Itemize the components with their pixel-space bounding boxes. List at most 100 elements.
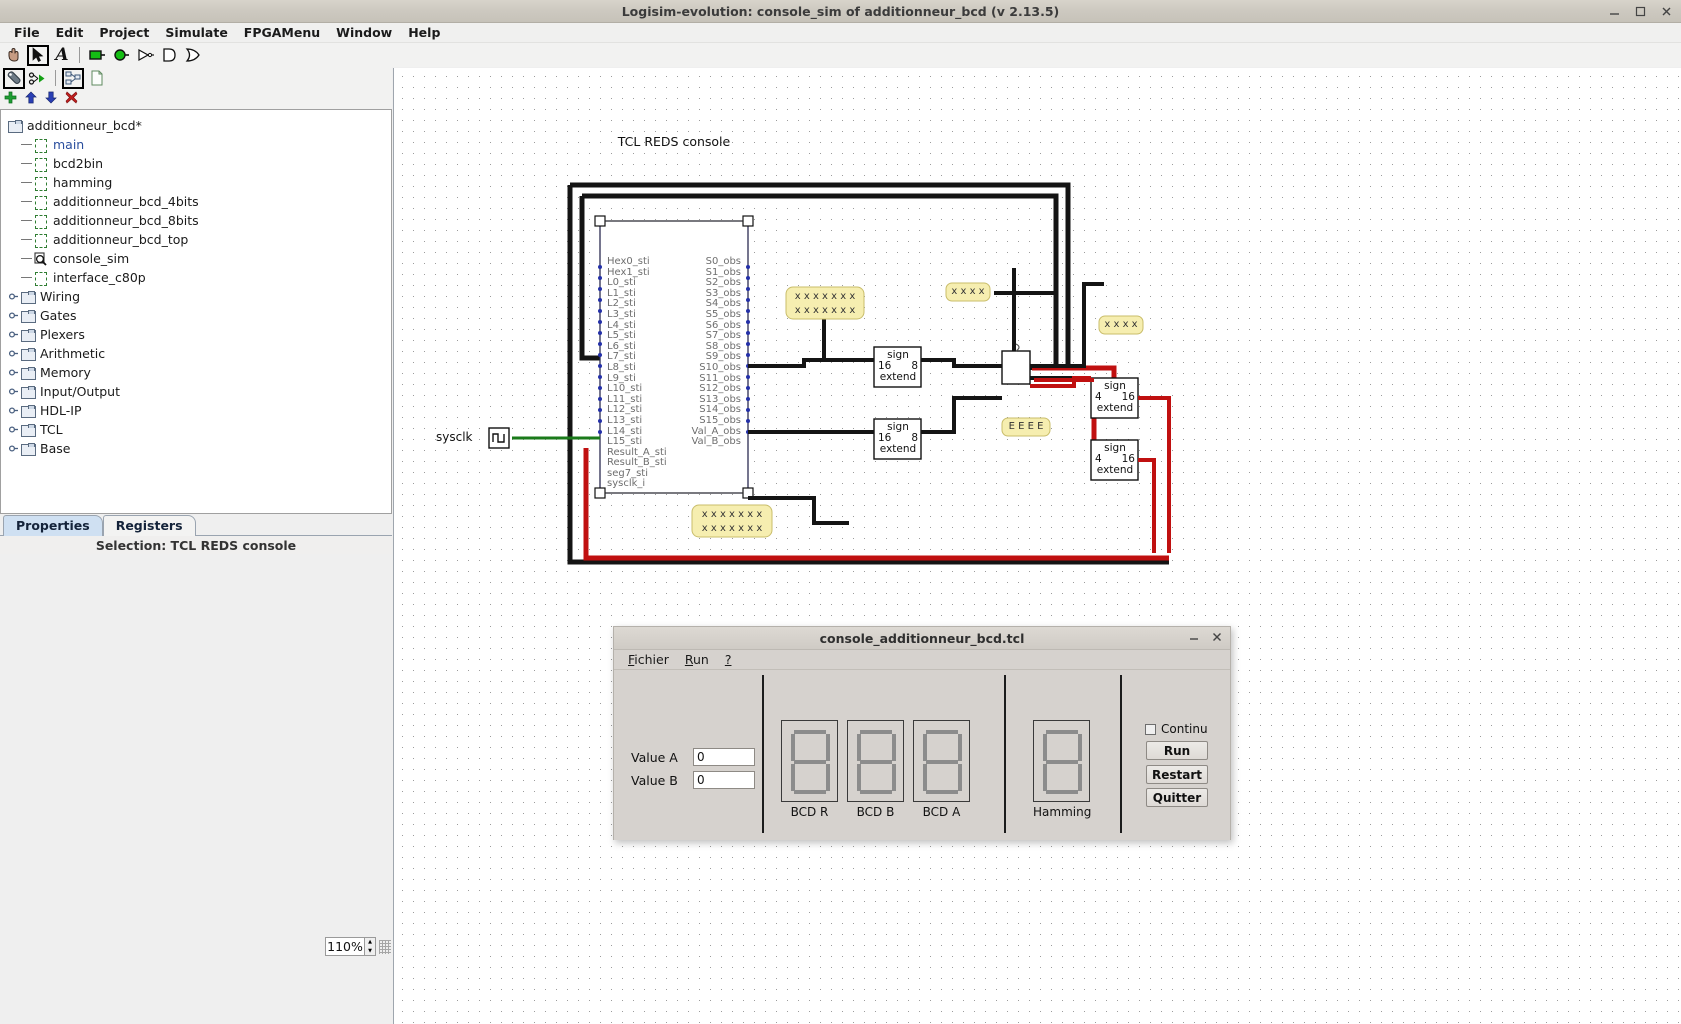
tree-item-additionneur-bcd-top[interactable]: additionneur_bcd_top (5, 230, 391, 249)
dialog-menu-fichier[interactable]: Fichier (622, 651, 675, 668)
arrow-up-icon[interactable] (25, 91, 37, 107)
continu-checkbox-row[interactable]: Continu (1145, 722, 1208, 736)
zoom-control[interactable]: 110% ▲ ▼ (325, 937, 391, 956)
tree-item-label: additionneur_bcd_top (53, 232, 189, 247)
expand-handle-icon[interactable] (7, 329, 19, 341)
tab-registers[interactable]: Registers (102, 515, 196, 536)
tree-item-label: bcd2bin (53, 156, 104, 171)
value-a-row: Value A (631, 748, 755, 766)
expand-handle-icon[interactable] (7, 367, 19, 379)
minimize-icon[interactable] (1608, 5, 1621, 18)
grid-toggle-icon[interactable] (379, 939, 391, 954)
arrow-cursor-icon[interactable] (27, 44, 49, 66)
text-A-icon[interactable]: A (51, 45, 73, 65)
library-folder-icon (20, 309, 36, 323)
tree-library-memory[interactable]: Memory (5, 363, 391, 382)
expand-handle-icon[interactable] (7, 424, 19, 436)
input-pin-icon[interactable] (86, 45, 108, 65)
value-a-input[interactable] (693, 748, 755, 766)
tree-item-bcd2bin[interactable]: bcd2bin (5, 154, 391, 173)
circuit-layout-icon[interactable] (62, 67, 84, 89)
tree-library-gates[interactable]: Gates (5, 306, 391, 325)
output-pin-icon[interactable] (110, 45, 132, 65)
dialog-menu-run[interactable]: Run (679, 651, 715, 668)
expand-handle-icon[interactable] (7, 348, 19, 360)
main-toolbar: A (0, 43, 1681, 67)
tree-branch-line (21, 144, 32, 145)
restart-button[interactable]: Restart (1146, 765, 1208, 784)
circuit-canvas[interactable]: TCL REDS console Hex0_sti Hex1_sti L0_st… (393, 68, 1681, 1024)
new-page-icon[interactable] (86, 68, 108, 88)
tree-library-label: TCL (40, 422, 63, 437)
run-simulation-icon[interactable] (27, 68, 49, 88)
expand-handle-icon[interactable] (7, 443, 19, 455)
menu-edit[interactable]: Edit (48, 23, 92, 42)
tree-item-additionneur-bcd-4bits[interactable]: additionneur_bcd_4bits (5, 192, 391, 211)
x-icon[interactable] (65, 91, 78, 107)
tree-item-hamming[interactable]: hamming (5, 173, 391, 192)
seven-seg-display (913, 720, 970, 802)
tab-properties[interactable]: Properties (3, 515, 103, 536)
display-caption: BCD B (856, 805, 895, 819)
seven-seg-display (1033, 720, 1090, 802)
value-b-input[interactable] (693, 771, 755, 789)
spinner-up-icon[interactable]: ▲ (365, 938, 375, 947)
wrench-icon[interactable] (3, 67, 25, 89)
not-gate-icon[interactable] (134, 45, 156, 65)
plus-icon[interactable] (4, 91, 17, 107)
zoom-level-value[interactable]: 110% (325, 937, 365, 956)
tree-library-arithmetic[interactable]: Arithmetic (5, 344, 391, 363)
value-b-label: Value B (631, 772, 678, 788)
tree-item-additionneur-bcd-8bits[interactable]: additionneur_bcd_8bits (5, 211, 391, 230)
spinner-down-icon[interactable]: ▼ (365, 947, 375, 956)
tree-item-interface-c80p[interactable]: interface_c80p (5, 268, 391, 287)
sign-extend-block-4 (1090, 439, 1139, 481)
circuit-icon (33, 195, 48, 210)
expand-handle-icon[interactable] (7, 386, 19, 398)
run-button[interactable]: Run (1146, 741, 1208, 760)
or-gate-icon[interactable] (182, 45, 204, 65)
tree-root-additionneur-bcd[interactable]: additionneur_bcd* (5, 116, 391, 135)
menu-help[interactable]: Help (400, 23, 448, 42)
menu-file[interactable]: File (6, 23, 48, 42)
project-explorer[interactable]: additionneur_bcd* main bcd2bin hamming a… (0, 109, 392, 514)
component-title: TCL REDS console (617, 134, 731, 149)
tree-library-hdl-ip[interactable]: HDL-IP (5, 401, 391, 420)
expand-handle-icon[interactable] (7, 291, 19, 303)
continu-checkbox[interactable] (1145, 723, 1156, 735)
menu-fpgamenu[interactable]: FPGAMenu (236, 23, 328, 42)
menu-simulate[interactable]: Simulate (157, 23, 235, 42)
close-icon[interactable] (1660, 5, 1673, 18)
tree-library-label: Memory (40, 365, 91, 380)
value-b-row: Value B (631, 771, 755, 789)
tree-library-tcl[interactable]: TCL (5, 420, 391, 439)
circuit-icon (33, 233, 48, 248)
circuit-icon (33, 214, 48, 229)
seven-seg-bcd-r: BCD R (781, 720, 838, 819)
dialog-title: console_additionneur_bcd.tcl (819, 630, 1025, 646)
menu-project[interactable]: Project (91, 23, 157, 42)
expand-handle-icon[interactable] (7, 310, 19, 322)
tree-library-wiring[interactable]: Wiring (5, 287, 391, 306)
library-folder-icon (20, 385, 36, 399)
arrow-down-icon[interactable] (45, 91, 57, 107)
tree-branch-line (21, 182, 32, 183)
tcl-console-dialog[interactable]: console_additionneur_bcd.tcl Fichier Run… (613, 626, 1231, 840)
maximize-icon[interactable] (1634, 5, 1647, 18)
minimize-icon[interactable] (1188, 631, 1200, 646)
menu-window[interactable]: Window (328, 23, 400, 42)
library-folder-icon (20, 290, 36, 304)
dialog-menu-help[interactable]: ? (719, 651, 738, 668)
expand-handle-icon[interactable] (7, 405, 19, 417)
tree-item-main[interactable]: main (5, 135, 391, 154)
tree-library-base[interactable]: Base (5, 439, 391, 458)
hand-icon[interactable] (3, 45, 25, 65)
quitter-button[interactable]: Quitter (1146, 788, 1208, 807)
seven-seg-bcd-a: BCD A (913, 720, 970, 819)
tree-library-input-output[interactable]: Input/Output (5, 382, 391, 401)
and-gate-icon[interactable] (158, 45, 180, 65)
zoom-spinner[interactable]: ▲ ▼ (365, 937, 376, 956)
close-icon[interactable] (1211, 631, 1223, 646)
tree-library-plexers[interactable]: Plexers (5, 325, 391, 344)
tree-item-console-sim[interactable]: console_sim (5, 249, 391, 268)
